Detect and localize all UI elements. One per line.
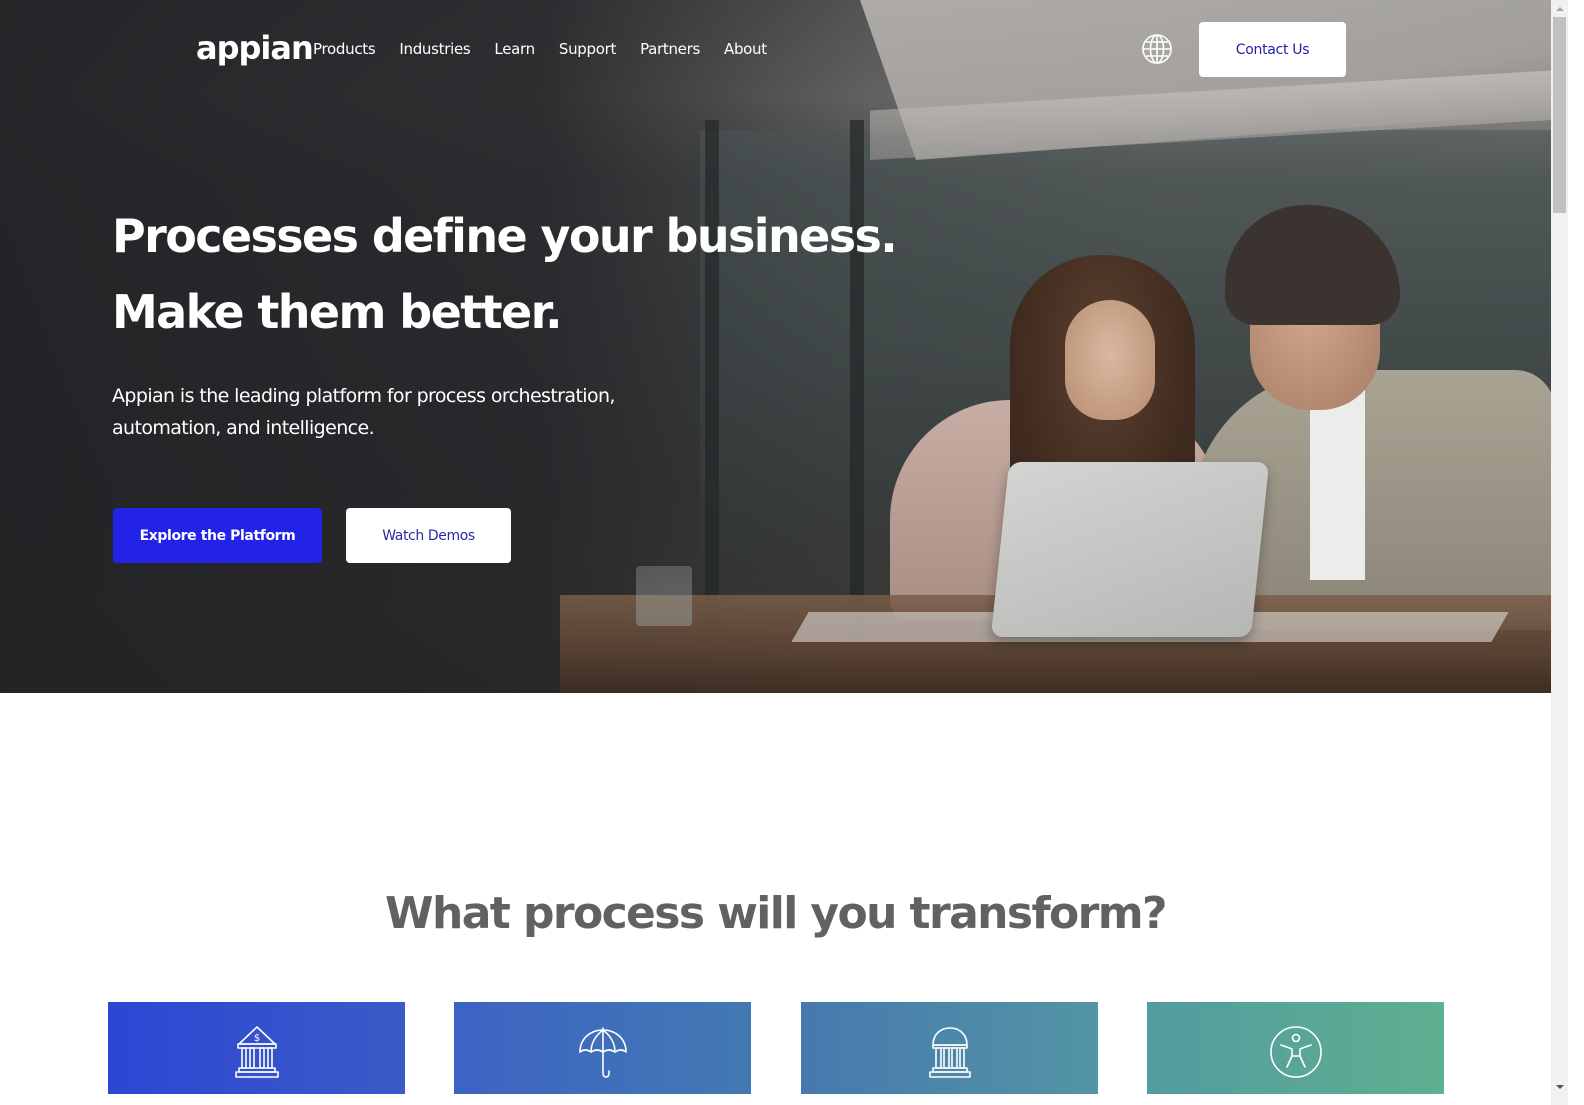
hero-title-line-1: Processes define your business. bbox=[112, 209, 898, 263]
nav-item-about[interactable]: About bbox=[724, 38, 767, 60]
bank-dollar-icon: $ bbox=[229, 1024, 285, 1084]
process-card-public-sector[interactable] bbox=[801, 1002, 1098, 1094]
top-navigation: appian Products Industries Learn Support… bbox=[0, 0, 1551, 100]
hero-image-laptop bbox=[990, 462, 1270, 637]
scroll-up-button[interactable] bbox=[1551, 0, 1568, 17]
nav-item-industries[interactable]: Industries bbox=[399, 38, 470, 60]
hero-section: Processes define your business. Make the… bbox=[0, 0, 1551, 693]
explore-platform-button[interactable]: Explore the Platform bbox=[113, 508, 322, 563]
hero-image-glass bbox=[636, 566, 692, 626]
hero-subtitle: Appian is the leading platform for proce… bbox=[112, 385, 615, 439]
government-building-icon bbox=[922, 1024, 978, 1084]
process-cards: $ bbox=[108, 1002, 1445, 1094]
nav-item-learn[interactable]: Learn bbox=[494, 38, 535, 60]
nav-item-products[interactable]: Products bbox=[313, 38, 376, 60]
process-card-insurance[interactable] bbox=[454, 1002, 751, 1094]
umbrella-icon bbox=[575, 1024, 631, 1084]
main-menu: Products Industries Learn Support Partne… bbox=[313, 38, 791, 60]
nav-item-support[interactable]: Support bbox=[559, 38, 617, 60]
accessibility-icon bbox=[1268, 1024, 1324, 1084]
vertical-scrollbar[interactable] bbox=[1551, 0, 1568, 1105]
section-title: What process will you transform? bbox=[385, 888, 1167, 939]
globe-icon[interactable] bbox=[1141, 33, 1173, 65]
appian-logo[interactable]: appian bbox=[196, 30, 314, 66]
scrollbar-thumb[interactable] bbox=[1553, 17, 1566, 213]
scroll-down-arrow-icon bbox=[1555, 1084, 1564, 1089]
contact-us-button[interactable]: Contact Us bbox=[1199, 22, 1346, 77]
watch-demos-button[interactable]: Watch Demos bbox=[346, 508, 511, 563]
hero-image-man-shirt bbox=[1310, 390, 1365, 580]
scroll-up-arrow-icon bbox=[1555, 6, 1564, 11]
hero-title: Processes define your business. Make the… bbox=[112, 198, 898, 350]
nav-item-partners[interactable]: Partners bbox=[640, 38, 700, 60]
svg-text:$: $ bbox=[253, 1033, 259, 1044]
hero-title-line-2: Make them better. bbox=[112, 285, 563, 339]
scroll-down-button[interactable] bbox=[1551, 1078, 1568, 1095]
process-card-healthcare[interactable] bbox=[1147, 1002, 1444, 1094]
window-edge bbox=[1568, 0, 1584, 1105]
process-card-banking[interactable]: $ bbox=[108, 1002, 405, 1094]
hero-image-woman-face bbox=[1065, 300, 1155, 420]
